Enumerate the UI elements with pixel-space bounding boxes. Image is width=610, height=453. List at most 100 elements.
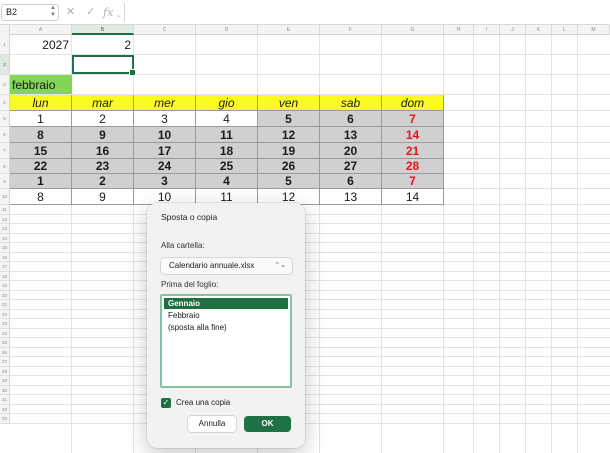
weekday-header-lun[interactable]: lun: [10, 95, 72, 111]
row-header-10[interactable]: 10: [0, 189, 10, 205]
calendar-day-cell[interactable]: 14: [382, 127, 444, 143]
calendar-day-cell[interactable]: 19: [258, 143, 320, 159]
create-copy-checkbox[interactable]: ✓: [161, 398, 171, 408]
row-header-25[interactable]: 25: [0, 338, 10, 348]
function-icon[interactable]: fx: [103, 6, 113, 19]
row-header-2[interactable]: 2: [0, 55, 10, 75]
calendar-day-cell[interactable]: 21: [382, 143, 444, 159]
calendar-day-cell[interactable]: 28: [382, 159, 444, 174]
weekday-header-mar[interactable]: mar: [72, 95, 134, 111]
row-header-30[interactable]: 30: [0, 386, 10, 395]
calendar-day-cell[interactable]: 26: [258, 159, 320, 174]
column-header-j[interactable]: J: [500, 25, 526, 35]
weekday-header-dom[interactable]: dom: [382, 95, 444, 111]
to-book-select[interactable]: Calendario annuale.xlsx ⌃⌄: [161, 258, 292, 274]
column-header-i[interactable]: I: [474, 25, 500, 35]
row-header-19[interactable]: 19: [0, 281, 10, 291]
check-icon[interactable]: ✓: [86, 6, 95, 19]
sheet-list-item-gennaio[interactable]: Gennaio: [164, 298, 288, 309]
row-header-33[interactable]: 33: [0, 414, 10, 424]
calendar-day-cell[interactable]: 24: [134, 159, 196, 174]
calendar-day-cell[interactable]: 15: [10, 143, 72, 159]
calendar-day-cell[interactable]: 1: [10, 111, 72, 127]
row-header-13[interactable]: 13: [0, 224, 10, 234]
weekday-header-ven[interactable]: ven: [258, 95, 320, 111]
row-header-5[interactable]: 5: [0, 111, 10, 127]
x-icon[interactable]: ✕: [66, 6, 75, 19]
row-header-15[interactable]: 15: [0, 243, 10, 253]
row-header-31[interactable]: 31: [0, 395, 10, 405]
ok-button[interactable]: OK: [244, 416, 291, 432]
calendar-day-cell[interactable]: 12: [258, 127, 320, 143]
row-header-27[interactable]: 27: [0, 357, 10, 367]
calendar-day-cell[interactable]: 2: [72, 174, 134, 189]
calendar-day-cell[interactable]: 11: [196, 127, 258, 143]
cancel-button[interactable]: Annulla: [188, 416, 236, 432]
row-header-7[interactable]: 7: [0, 143, 10, 159]
calendar-day-cell[interactable]: 3: [134, 111, 196, 127]
sheet-list[interactable]: Gennaio Febbraio (sposta alla fine): [160, 294, 292, 388]
calendar-day-cell[interactable]: 14: [382, 189, 444, 205]
calendar-day-cell[interactable]: 16: [72, 143, 134, 159]
row-header-17[interactable]: 17: [0, 262, 10, 272]
weekday-header-mer[interactable]: mer: [134, 95, 196, 111]
calendar-day-cell[interactable]: 1: [10, 174, 72, 189]
row-header-24[interactable]: 24: [0, 329, 10, 338]
row-header-29[interactable]: 29: [0, 376, 10, 386]
calendar-day-cell[interactable]: 6: [320, 111, 382, 127]
cell-a1-year[interactable]: 2027: [10, 35, 72, 55]
calendar-day-cell[interactable]: 3: [134, 174, 196, 189]
row-header-16[interactable]: 16: [0, 253, 10, 262]
calendar-day-cell[interactable]: 13: [320, 127, 382, 143]
calendar-day-cell[interactable]: 8: [10, 189, 72, 205]
create-copy-label[interactable]: Crea una copia: [176, 398, 230, 408]
row-header-23[interactable]: 23: [0, 319, 10, 329]
sheet-list-item-febbraio[interactable]: Febbraio: [164, 310, 288, 321]
calendar-day-cell[interactable]: 25: [196, 159, 258, 174]
name-box-stepper-icon[interactable]: ▲ ▼: [49, 5, 57, 19]
row-header-28[interactable]: 28: [0, 367, 10, 376]
calendar-day-cell[interactable]: 2: [72, 111, 134, 127]
row-header-26[interactable]: 26: [0, 348, 10, 357]
column-header-g[interactable]: G: [382, 25, 444, 35]
calendar-day-cell[interactable]: 10: [134, 127, 196, 143]
selected-cell-b2[interactable]: [72, 55, 136, 76]
calendar-day-cell[interactable]: 22: [10, 159, 72, 174]
calendar-day-cell[interactable]: 8: [10, 127, 72, 143]
column-header-l[interactable]: L: [552, 25, 578, 35]
row-header-18[interactable]: 18: [0, 272, 10, 281]
row-header-6[interactable]: 6: [0, 127, 10, 143]
row-header-4[interactable]: 4: [0, 95, 10, 111]
calendar-day-cell[interactable]: 9: [72, 127, 134, 143]
cell-b1-month-number[interactable]: 2: [72, 35, 134, 55]
calendar-day-cell[interactable]: 5: [258, 174, 320, 189]
row-header-1[interactable]: 1: [0, 35, 10, 55]
column-header-c[interactable]: C: [134, 25, 196, 35]
calendar-day-cell[interactable]: 4: [196, 174, 258, 189]
column-header-b[interactable]: B: [72, 25, 134, 35]
row-header-12[interactable]: 12: [0, 215, 10, 224]
column-header-k[interactable]: K: [526, 25, 552, 35]
row-header-20[interactable]: 20: [0, 291, 10, 300]
chevron-down-icon[interactable]: ⌄: [116, 9, 122, 22]
row-header-22[interactable]: 22: [0, 310, 10, 319]
row-header-9[interactable]: 9: [0, 174, 10, 189]
row-header-32[interactable]: 32: [0, 405, 10, 414]
row-header-8[interactable]: 8: [0, 159, 10, 174]
cell-a3-month-name[interactable]: febbraio: [10, 75, 72, 94]
row-header-14[interactable]: 14: [0, 234, 10, 243]
calendar-day-cell[interactable]: 4: [196, 111, 258, 127]
calendar-day-cell[interactable]: 13: [320, 189, 382, 205]
calendar-day-cell[interactable]: 18: [196, 143, 258, 159]
calendar-day-cell[interactable]: 23: [72, 159, 134, 174]
calendar-day-cell[interactable]: 7: [382, 174, 444, 189]
row-header-11[interactable]: 11: [0, 205, 10, 215]
calendar-day-cell[interactable]: 20: [320, 143, 382, 159]
calendar-day-cell[interactable]: 17: [134, 143, 196, 159]
sheet-list-item-move-to-end[interactable]: (sposta alla fine): [164, 322, 288, 333]
calendar-day-cell[interactable]: 9: [72, 189, 134, 205]
weekday-header-gio[interactable]: gio: [196, 95, 258, 111]
formula-input[interactable]: [124, 3, 610, 22]
row-header-3[interactable]: 3: [0, 75, 10, 95]
calendar-day-cell[interactable]: 7: [382, 111, 444, 127]
